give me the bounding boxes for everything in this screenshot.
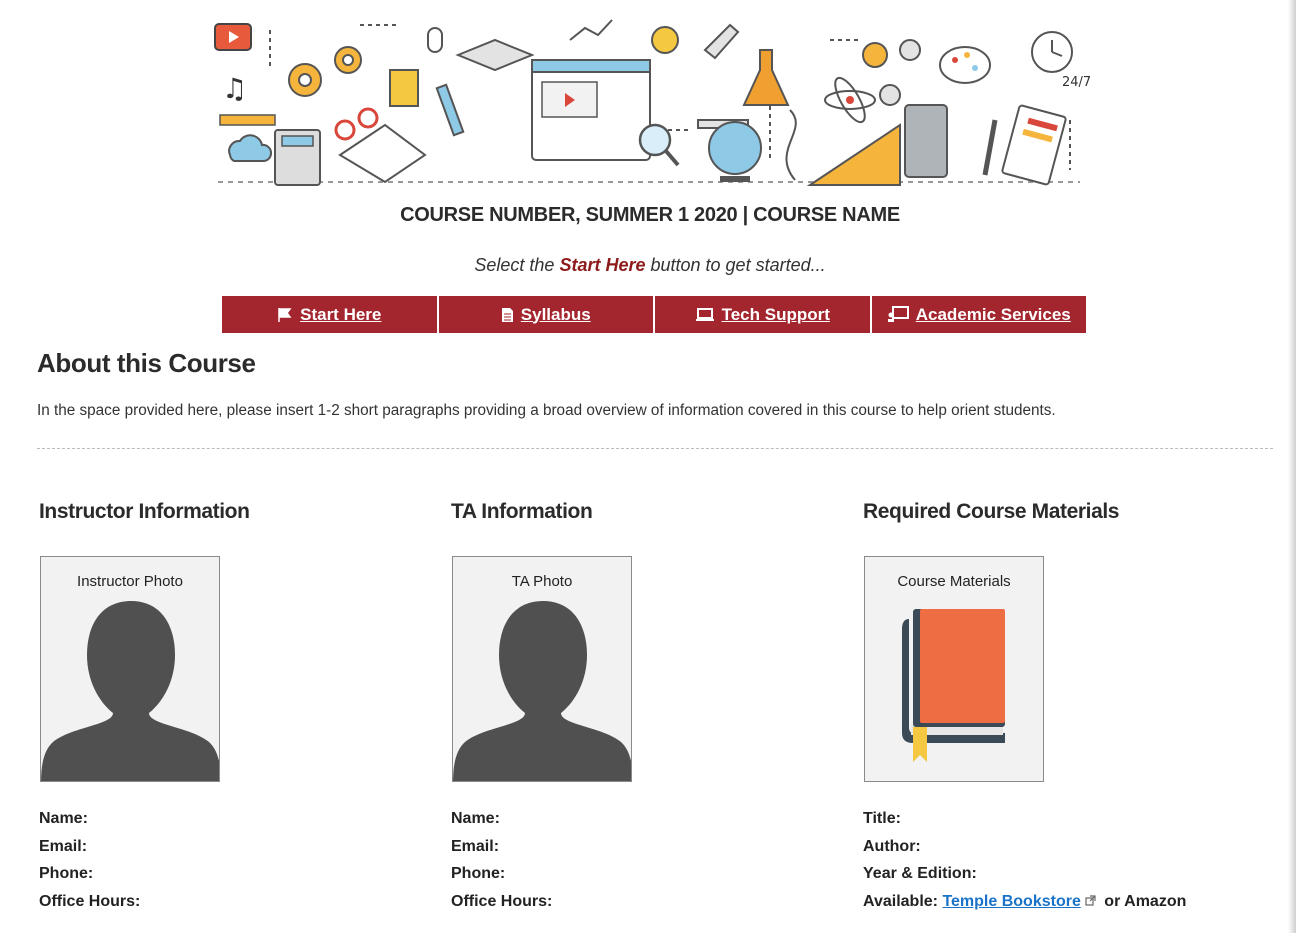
ta-details: Name: Email: Phone: Office Hours: <box>451 805 552 915</box>
instructor-phone-label: Phone: <box>39 865 94 882</box>
start-here-button[interactable]: Start Here <box>222 296 439 333</box>
person-silhouette-icon <box>41 601 219 781</box>
materials-title-label: Title: <box>863 810 901 827</box>
tech-support-button[interactable]: Tech Support <box>655 296 872 333</box>
ta-phone-label: Phone: <box>451 865 506 882</box>
available-label: Available: <box>863 892 943 910</box>
temple-bookstore-link[interactable]: Temple Bookstore <box>942 893 1080 910</box>
ta-email-label: Email: <box>451 837 500 855</box>
flag-icon <box>278 307 292 322</box>
instructor-email-label: Email: <box>39 837 88 855</box>
presentation-icon <box>887 306 909 322</box>
instructor-details: Name: Email: Phone: Office Hours: <box>39 805 140 915</box>
course-materials-image: Course Materials <box>864 556 1044 782</box>
tagline-text-after: button to get started... <box>645 255 826 275</box>
ta-office-hours-label: Office Hours: <box>451 892 553 910</box>
ta-name-label: Name: <box>451 810 500 827</box>
instructor-section: Instructor Information Instructor Photo … <box>39 500 419 910</box>
materials-available-row: Available: Temple Bookstore or Amazon <box>863 888 1186 916</box>
ta-section: TA Information TA Photo Name: Email: Pho… <box>451 500 831 910</box>
external-link-icon <box>1085 894 1096 906</box>
book-icon <box>902 609 1005 762</box>
available-suffix: or Amazon <box>1099 892 1187 910</box>
tagline-highlight: Start Here <box>559 255 646 275</box>
course-title: COURSE NUMBER, SUMMER 1 2020 | COURSE NA… <box>400 204 900 226</box>
about-text: In the space provided here, please inser… <box>37 402 1056 419</box>
instructor-heading: Instructor Information <box>39 500 250 523</box>
materials-author-label: Author: <box>863 837 921 855</box>
page-edge-shadow <box>1288 0 1296 933</box>
syllabus-button[interactable]: Syllabus <box>438 296 655 333</box>
person-silhouette-icon <box>453 601 631 781</box>
instructor-photo: Instructor Photo <box>40 556 220 782</box>
materials-details: Title: Author: Year & Edition: Available… <box>863 805 1186 915</box>
about-heading: About this Course <box>37 348 256 378</box>
section-divider <box>37 448 1273 449</box>
course-nav-bar: Start Here Syllabus Tech Support Academi… <box>222 296 1086 333</box>
materials-heading: Required Course Materials <box>863 500 1120 523</box>
start-here-label: Start Here <box>300 304 382 324</box>
academic-services-label: Academic Services <box>915 304 1071 324</box>
svg-text:♫: ♫ <box>222 72 247 105</box>
academic-services-button[interactable]: Academic Services <box>871 296 1086 333</box>
document-icon <box>501 307 513 322</box>
materials-section: Required Course Materials Course Materia… <box>863 500 1283 910</box>
ta-photo: TA Photo <box>452 556 632 782</box>
tech-support-label: Tech Support <box>721 304 830 324</box>
materials-edition-label: Year & Edition: <box>863 865 977 882</box>
course-banner-illustration: ♫ 24/7 <box>214 19 1090 186</box>
tagline-text-before: Select the <box>474 255 560 275</box>
banner-time-label: 24/7 <box>1062 75 1090 90</box>
tagline: Select the Start Here button to get star… <box>0 255 1296 276</box>
laptop-icon <box>695 307 714 321</box>
instructor-office-hours-label: Office Hours: <box>39 892 141 910</box>
syllabus-label: Syllabus <box>520 304 591 324</box>
ta-heading: TA Information <box>451 500 593 523</box>
instructor-name-label: Name: <box>39 810 88 827</box>
